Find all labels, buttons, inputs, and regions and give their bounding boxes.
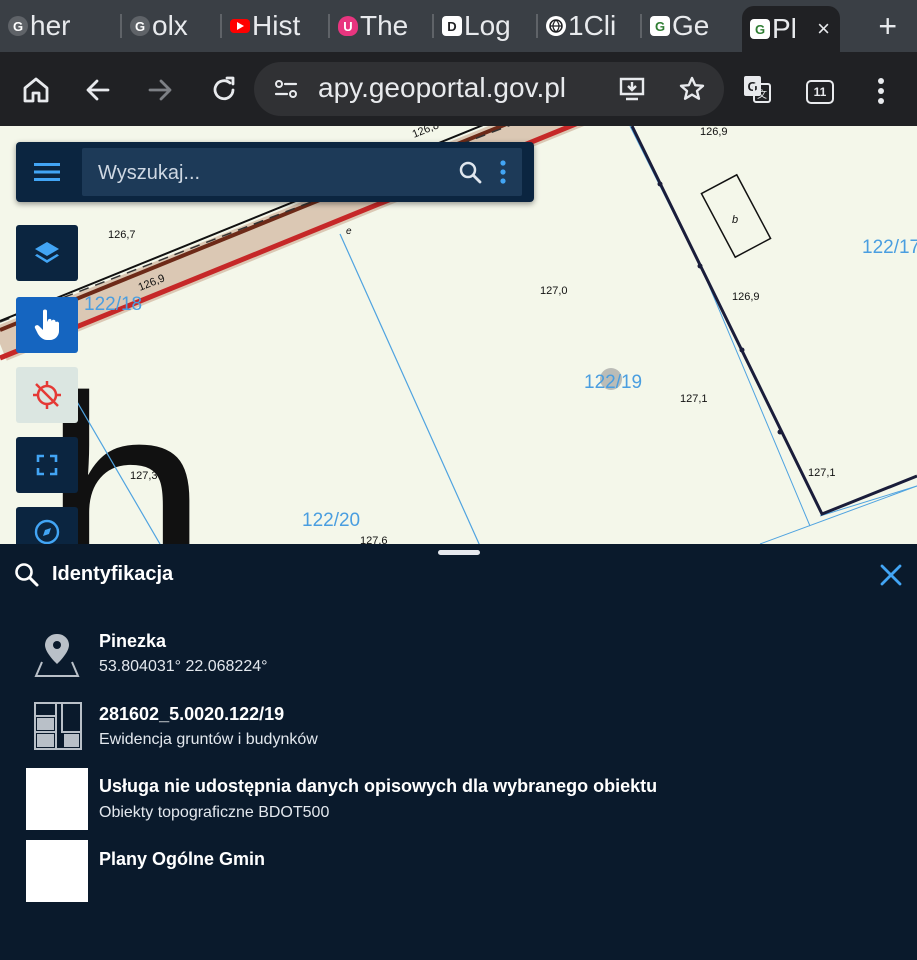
forward-arrow-icon[interactable]	[144, 74, 176, 106]
browser-tab[interactable]: G Ge	[642, 0, 742, 52]
google-icon: G	[130, 16, 150, 36]
height-label: 126,9	[700, 126, 728, 138]
translate-icon[interactable]: G 文	[742, 74, 772, 104]
height-label: 127,0	[540, 285, 568, 297]
new-tab-button[interactable]: +	[878, 8, 897, 45]
svg-text:文: 文	[757, 88, 767, 101]
touch-hand-icon	[34, 309, 60, 340]
hamburger-menu-icon[interactable]	[34, 161, 60, 183]
parcel-label: 122/20	[302, 510, 360, 531]
browser-tab[interactable]: 1Cli	[538, 0, 642, 52]
parcel-label: 122/17	[862, 237, 917, 258]
more-vert-icon[interactable]	[866, 76, 896, 106]
site-settings-icon[interactable]	[274, 78, 298, 100]
browser-tab-strip: G her G olx Hist U The D Log 1Cli G Ge G…	[0, 0, 917, 52]
parcel-label: 122/19	[584, 372, 642, 393]
browser-tab[interactable]: D Log	[434, 0, 538, 52]
youtube-icon	[230, 19, 250, 33]
building-label: b	[732, 214, 738, 226]
map-search-bar	[16, 142, 534, 202]
browser-tab[interactable]: Hist	[222, 0, 330, 52]
browser-tab[interactable]: G olx	[122, 0, 222, 52]
globe-icon	[546, 16, 566, 36]
fullscreen-icon	[36, 454, 58, 476]
map-pin-icon	[34, 634, 80, 677]
map-small-label: e	[346, 226, 352, 237]
height-label: 126,9	[732, 291, 760, 303]
google-icon: G	[8, 16, 28, 36]
bookmark-star-icon[interactable]	[678, 75, 706, 103]
search-icon	[15, 563, 39, 587]
result-item-bdot[interactable]: Usługa nie udostępnia danych opisowych d…	[0, 768, 917, 830]
home-icon[interactable]	[20, 74, 52, 106]
browser-toolbar: apy.geoportal.gov.pl G 文	[0, 52, 917, 126]
close-tab-icon[interactable]: ×	[817, 16, 830, 42]
ublock-icon: U	[338, 16, 358, 36]
search-options-icon[interactable]	[499, 160, 507, 184]
close-icon[interactable]	[878, 562, 904, 588]
result-item-parcel[interactable]: 281602_5.0020.122/19 Ewidencja gruntów i…	[0, 702, 917, 752]
address-bar[interactable]: apy.geoportal.gov.pl	[254, 62, 724, 116]
panel-drag-handle[interactable]	[438, 550, 480, 555]
parcel-label: 122/18	[84, 294, 142, 315]
search-icon[interactable]	[458, 160, 482, 184]
result-item-plans[interactable]: Plany Ogólne Gmin	[0, 840, 917, 902]
height-label: 127,1	[680, 393, 708, 405]
height-label: 127,1	[808, 467, 836, 479]
geoportal-icon: G	[750, 19, 770, 39]
browser-tab-active[interactable]: G Pl ×	[742, 6, 840, 52]
layers-button[interactable]	[16, 225, 78, 281]
compass-button[interactable]	[16, 507, 78, 544]
browser-tab[interactable]: G her	[0, 0, 122, 52]
compass-icon	[34, 519, 60, 544]
install-app-icon[interactable]	[618, 75, 646, 103]
search-field	[82, 148, 522, 196]
back-arrow-icon[interactable]	[82, 74, 114, 106]
location-button[interactable]	[16, 367, 78, 423]
geoportal-icon: G	[650, 16, 670, 36]
height-label: 126,8	[411, 126, 441, 141]
browser-tab[interactable]: U The	[330, 0, 434, 52]
layers-icon	[35, 242, 59, 263]
parcel-icon	[34, 702, 82, 750]
url-text: apy.geoportal.gov.pl	[318, 72, 567, 103]
height-label: 126,7	[108, 229, 136, 241]
result-item-pin[interactable]: Pinezka 53.804031° 22.068224°	[0, 630, 917, 680]
blank-icon	[26, 840, 88, 902]
blank-icon	[26, 768, 88, 830]
identify-panel: Identyfikacja Pinezka 53.804031° 22.0682…	[0, 544, 917, 960]
identify-button[interactable]	[16, 297, 78, 353]
reload-icon[interactable]	[208, 74, 240, 106]
search-input[interactable]	[96, 158, 440, 188]
fullscreen-button[interactable]	[16, 437, 78, 493]
disney-icon: D	[442, 16, 462, 36]
height-label: 127,3	[130, 470, 158, 482]
gps-off-icon	[33, 381, 61, 409]
height-label: 127,6	[360, 535, 388, 544]
panel-title: Identyfikacja	[52, 563, 174, 585]
tab-switcher-button[interactable]: 11	[806, 80, 834, 104]
